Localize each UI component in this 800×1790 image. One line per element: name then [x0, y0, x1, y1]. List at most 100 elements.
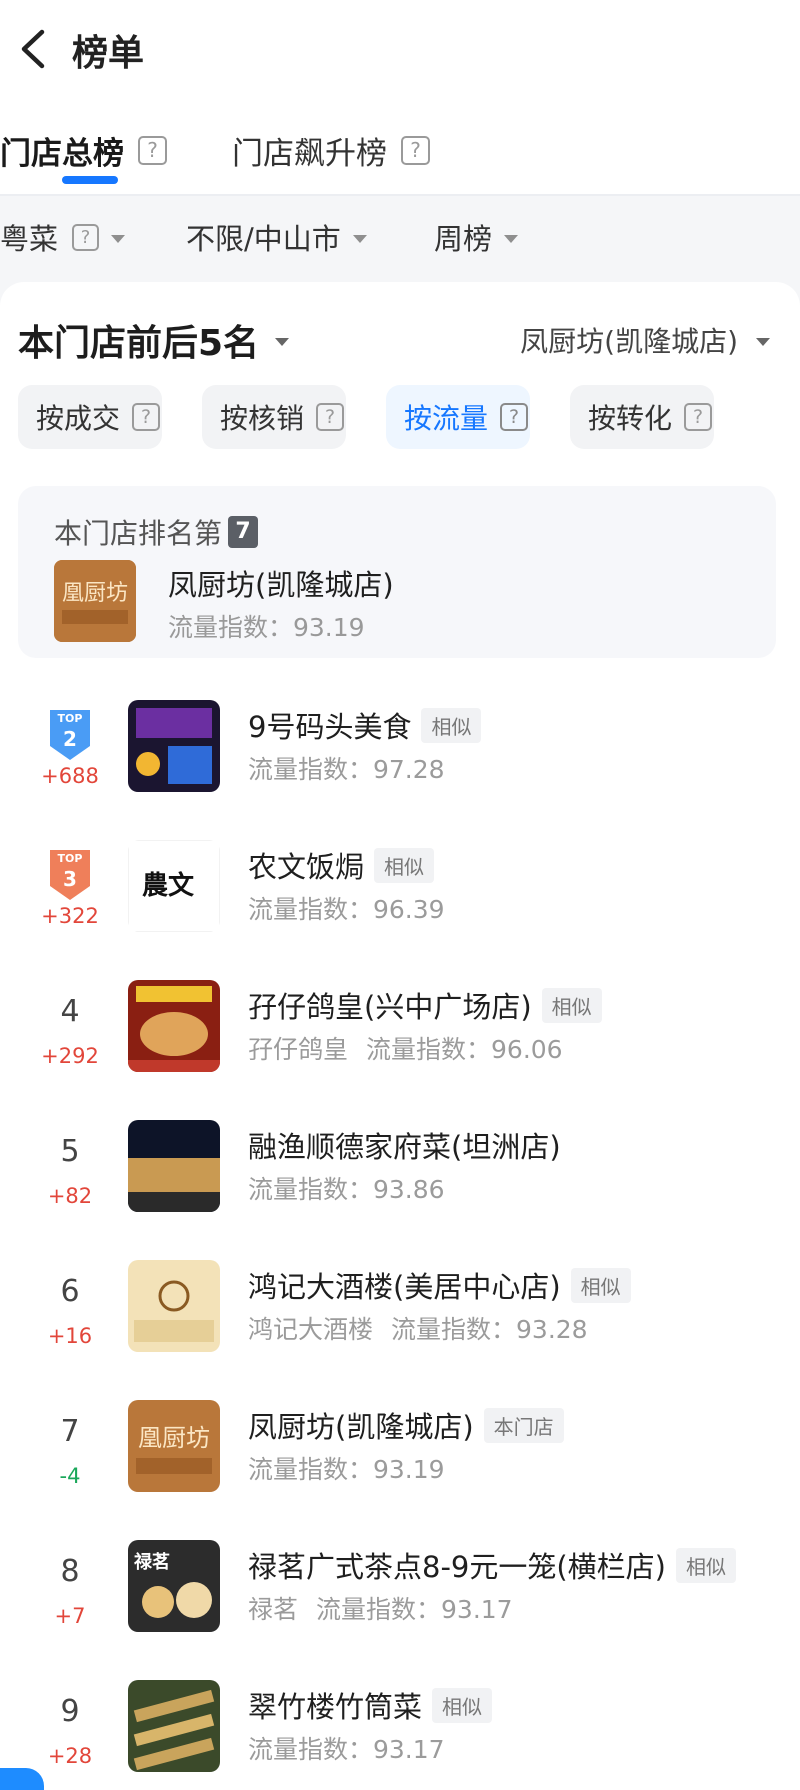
store-thumbnail: [128, 980, 220, 1072]
rank-number: 6: [60, 1274, 80, 1309]
store-selector[interactable]: 凤厨坊(凯隆城店): [520, 320, 770, 360]
store-thumbnail: [128, 1680, 220, 1772]
page-title: 榜单: [72, 33, 145, 74]
rank-change: +688: [41, 764, 99, 788]
sort-by-deals[interactable]: 按成交 ?: [18, 385, 162, 449]
tab-store-overall[interactable]: 门店总榜 ?: [0, 128, 167, 173]
metric-value: 流量指数：93.28: [391, 1315, 588, 1344]
store-thumbnail: [128, 1120, 220, 1212]
rank-change: +292: [41, 1044, 99, 1068]
chip-label: 按流量: [404, 402, 489, 435]
help-icon[interactable]: ?: [500, 403, 529, 431]
region-filter[interactable]: 不限/中山市: [186, 216, 367, 258]
metric-value: 流量指数：96.06: [366, 1035, 563, 1064]
traffic-metric: 流量指数：93.19: [248, 1455, 445, 1484]
store-thumbnail: 禄茗: [128, 1540, 220, 1632]
caret-down-icon: [504, 235, 519, 243]
chip-label: 按转化: [588, 402, 673, 435]
period-filter[interactable]: 周榜: [434, 216, 519, 258]
help-icon[interactable]: ?: [72, 223, 100, 251]
sort-by-redemption[interactable]: 按核销 ?: [202, 385, 346, 449]
store-name-line: 鸿记大酒楼(美居中心店) 相似: [248, 1264, 631, 1306]
store-name: 翠竹楼竹筒菜: [248, 1690, 423, 1724]
svg-text:禄茗: 禄茗: [134, 1551, 170, 1573]
store-name-line: 禄茗广式茶点8-9元一笼(横栏店) 相似: [248, 1544, 736, 1586]
rank-badge: 7: [228, 516, 259, 548]
rank-change: +82: [47, 1184, 93, 1208]
similar-tag: 相似: [570, 1267, 631, 1303]
help-icon[interactable]: ?: [316, 403, 345, 431]
store-thumbnail: [128, 1260, 220, 1352]
ranking-row[interactable]: 9 +28 翠竹楼竹筒菜 相似 流量指数：93.17: [0, 1680, 800, 1790]
caret-down-icon: [111, 235, 126, 243]
ranking-row[interactable]: 6 +16 鸿记大酒楼(美居中心店) 相似 鸿记大酒楼 流量指数：93.28: [0, 1260, 800, 1412]
sort-by-traffic[interactable]: 按流量 ?: [386, 385, 530, 449]
ranking-row[interactable]: 7 -4 凰厨坊 凤厨坊(凯隆城店) 本门店 流量指数：93.19: [0, 1400, 800, 1552]
traffic-metric: 孖仔鸽皇 流量指数：96.06: [248, 1030, 563, 1066]
rank-change: -4: [59, 1464, 81, 1488]
chevron-left-icon[interactable]: [14, 26, 54, 72]
neighbors-title[interactable]: 本门店前后5名: [18, 314, 290, 366]
store-name: 9号码头美食: [248, 710, 412, 744]
top-rank-badge-icon: TOP 2: [50, 710, 90, 760]
own-store-tag: 本门店: [483, 1407, 564, 1443]
tab-store-rising[interactable]: 门店飙升榜 ?: [232, 128, 430, 173]
floating-assistant-button[interactable]: [0, 1768, 44, 1790]
my-store-name: 凤厨坊(凯隆城店): [168, 568, 394, 602]
store-name-line: 农文饭焗 相似: [248, 844, 435, 886]
region-filter-label: 不限/中山市: [186, 222, 341, 256]
store-name: 鸿记大酒楼(美居中心店): [248, 1270, 561, 1304]
store-name: 融渔顺德家府菜(坦洲店): [248, 1130, 561, 1164]
ranking-row[interactable]: 4 +292 孖仔鸽皇(兴中广场店) 相似 孖仔鸽皇 流量指数：96.06: [0, 980, 800, 1132]
caret-down-icon: [756, 338, 770, 346]
tab-label: 门店总榜: [0, 136, 124, 172]
rank-number: 7: [60, 1414, 80, 1449]
similar-tag: 相似: [432, 1687, 493, 1723]
svg-text:凰厨坊: 凰厨坊: [138, 1424, 210, 1452]
rank-number: 8: [60, 1554, 80, 1589]
traffic-metric: 流量指数：96.39: [248, 895, 445, 924]
cuisine-filter[interactable]: 粤菜 ?: [0, 216, 126, 258]
help-icon[interactable]: ?: [138, 136, 167, 165]
rank-number: 5: [60, 1134, 80, 1169]
rank-change: +7: [54, 1604, 86, 1628]
store-name-line: 翠竹楼竹筒菜 相似: [248, 1684, 493, 1726]
rank-number: 9: [60, 1694, 80, 1729]
store-name-line: 孖仔鸽皇(兴中广场店) 相似: [248, 984, 602, 1026]
ranking-row[interactable]: TOP 2 +688 9号码头美食 相似 流量指数：97.28: [0, 700, 800, 852]
metric-value: 流量指数：93.17: [316, 1595, 513, 1624]
store-name: 禄茗广式茶点8-9元一笼(横栏店): [248, 1550, 666, 1584]
ranking-row[interactable]: 8 +7 禄茗 禄茗广式茶点8-9元一笼(横栏店) 相似 禄茗 流量指数：93.1…: [0, 1540, 800, 1692]
brand-name: 鸿记大酒楼: [248, 1315, 374, 1344]
active-tab-indicator: [62, 176, 118, 184]
similar-tag: 相似: [676, 1547, 736, 1583]
help-icon[interactable]: ?: [132, 403, 161, 431]
ranking-row[interactable]: 5 +82 融渔顺德家府菜(坦洲店) 流量指数：93.86: [0, 1120, 800, 1272]
chip-label: 按成交: [36, 402, 121, 435]
svg-text:3: 3: [63, 867, 77, 891]
caret-down-icon: [352, 235, 367, 243]
top-rank-badge-icon: TOP 3: [50, 850, 90, 900]
svg-text:TOP: TOP: [58, 712, 83, 725]
help-icon[interactable]: ?: [401, 136, 430, 165]
rank-number: 4: [60, 994, 80, 1029]
my-rank-label: 本门店排名第 7: [54, 512, 259, 552]
traffic-metric: 鸿记大酒楼 流量指数：93.28: [248, 1310, 588, 1346]
brand-name: 禄茗: [248, 1595, 299, 1624]
traffic-metric: 流量指数：97.28: [248, 755, 445, 784]
cuisine-filter-label: 粤菜: [0, 222, 59, 256]
similar-tag: 相似: [541, 987, 602, 1023]
store-logo: 凰厨坊: [54, 560, 136, 642]
store-name-line: 融渔顺德家府菜(坦洲店): [248, 1124, 561, 1166]
my-store-card[interactable]: 本门店排名第 7 凰厨坊 凤厨坊(凯隆城店) 流量指数：93.19: [18, 486, 776, 658]
store-name: 孖仔鸽皇(兴中广场店): [248, 990, 532, 1024]
tab-label: 门店飙升榜: [232, 136, 387, 172]
svg-text:凰厨坊: 凰厨坊: [62, 581, 128, 606]
sort-by-conversion[interactable]: 按转化 ?: [570, 385, 714, 449]
ranking-panel: 本门店前后5名 凤厨坊(凯隆城店) 按成交 ? 按核销 ? 按流量 ? 按转化 …: [0, 282, 800, 1790]
store-name-line: 9号码头美食 相似: [248, 704, 482, 746]
traffic-metric: 流量指数：93.86: [248, 1175, 445, 1204]
chip-label: 按核销: [220, 402, 305, 435]
ranking-row[interactable]: TOP 3 +322 農文 农文饭焗 相似 流量指数：96.39: [0, 840, 800, 992]
help-icon[interactable]: ?: [684, 403, 713, 431]
